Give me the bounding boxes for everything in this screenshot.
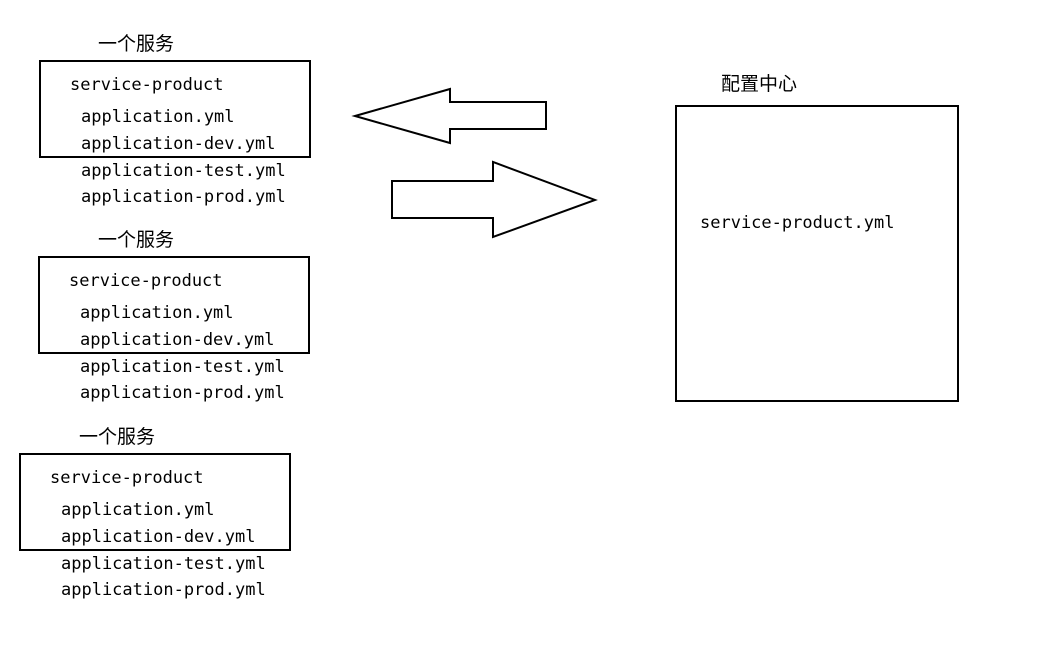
service-name: service-product	[69, 271, 223, 291]
config-file: application-dev.yml	[80, 330, 275, 350]
config-file: application-prod.yml	[81, 187, 286, 207]
config-center-box	[675, 105, 959, 402]
config-file: application.yml	[61, 500, 215, 520]
config-file: application-dev.yml	[61, 527, 256, 547]
config-file: application-prod.yml	[80, 383, 285, 403]
config-file: application-test.yml	[81, 161, 286, 181]
service-name: service-product	[70, 75, 224, 95]
config-file: application.yml	[80, 303, 234, 323]
service-name: service-product	[50, 468, 204, 488]
service-title: 一个服务	[79, 426, 156, 448]
service-title: 一个服务	[98, 33, 175, 55]
arrow-right-icon	[391, 160, 598, 239]
config-file: application-dev.yml	[81, 134, 276, 154]
config-file: application-prod.yml	[61, 580, 266, 600]
arrow-left-icon	[351, 87, 547, 145]
config-file: application-test.yml	[61, 554, 266, 574]
service-title: 一个服务	[98, 229, 175, 251]
config-file: application-test.yml	[80, 357, 285, 377]
config-center-file: service-product.yml	[700, 213, 895, 233]
config-center-title: 配置中心	[721, 73, 798, 95]
config-file: application.yml	[81, 107, 235, 127]
